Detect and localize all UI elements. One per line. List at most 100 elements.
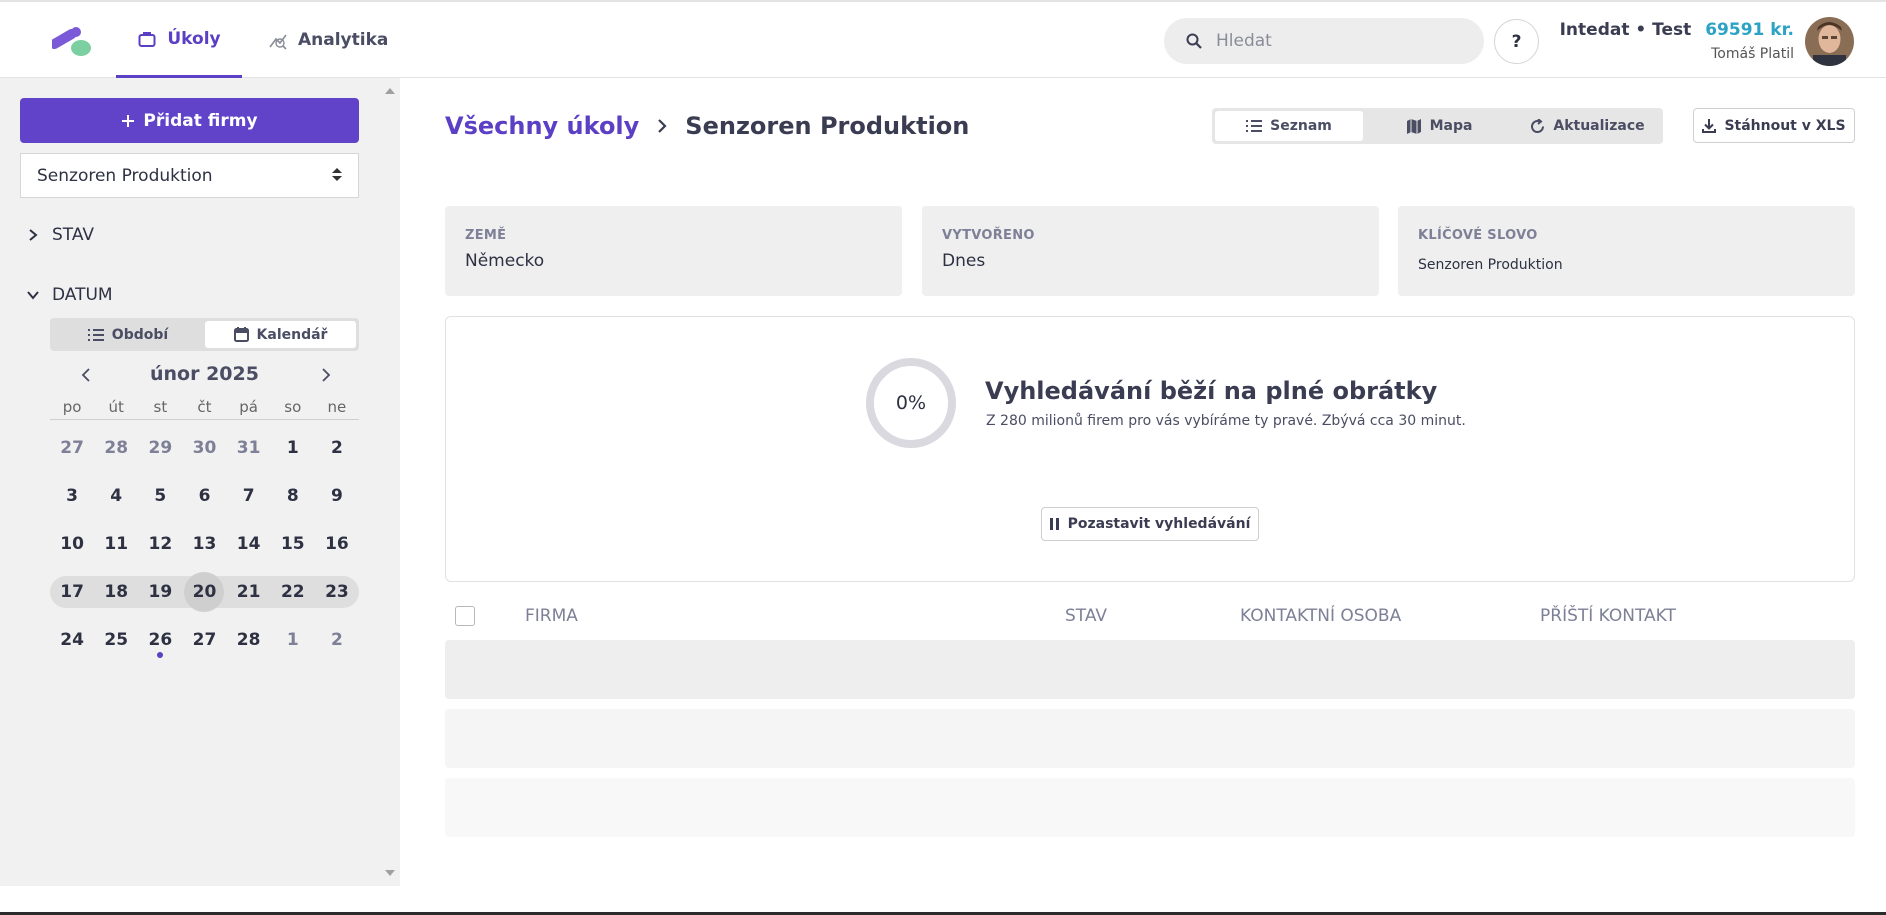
calendar-day[interactable]: 11 xyxy=(94,524,138,564)
calendar-day[interactable]: 30 xyxy=(182,428,226,468)
calendar-day[interactable]: 13 xyxy=(182,524,226,564)
status-section-toggle[interactable]: STAV xyxy=(26,225,94,245)
calendar-day[interactable]: 3 xyxy=(50,476,94,516)
weekday-label: ne xyxy=(327,398,347,416)
filter-created[interactable]: VYTVOŘENO Dnes xyxy=(922,206,1379,296)
date-mode-period[interactable]: Období xyxy=(53,321,203,348)
calendar-day[interactable]: 19 xyxy=(138,572,182,612)
date-section-toggle[interactable]: DATUM xyxy=(26,285,113,305)
calendar-grid: 27 28 29 30 31 1 2 3 4 5 6 7 8 9 10 11 1… xyxy=(50,424,359,664)
chevron-right-icon[interactable] xyxy=(316,366,334,384)
company-select-value: Senzoren Produktion xyxy=(37,165,213,186)
progress-percent: 0% xyxy=(895,392,927,414)
filter-keyword[interactable]: KLÍČOVÉ SLOVO Senzoren Produktion xyxy=(1398,206,1855,296)
calendar-day[interactable]: 14 xyxy=(227,524,271,564)
date-mode-period-label: Období xyxy=(111,326,169,343)
view-updates-label: Aktualizace xyxy=(1553,118,1645,134)
search-box[interactable] xyxy=(1164,18,1484,64)
help-button[interactable]: ? xyxy=(1494,19,1539,64)
plus-icon xyxy=(122,114,135,127)
view-map-button[interactable]: Mapa xyxy=(1365,111,1513,141)
calendar-day[interactable]: 2 xyxy=(315,428,359,468)
pause-search-button[interactable]: Pozastavit vyhledávání xyxy=(1041,507,1259,541)
calendar-day[interactable]: 29 xyxy=(138,428,182,468)
company-select[interactable]: Senzoren Produktion xyxy=(20,153,359,198)
calendar-day[interactable]: 31 xyxy=(227,428,271,468)
download-xls-button[interactable]: Stáhnout v XLS xyxy=(1693,108,1855,143)
calendar-day[interactable]: 21 xyxy=(227,572,271,612)
calendar-day[interactable]: 6 xyxy=(182,476,226,516)
app-logo[interactable] xyxy=(49,26,94,60)
download-icon xyxy=(1702,118,1717,133)
calendar-week: 3 4 5 6 7 8 9 xyxy=(50,472,359,520)
calendar-day[interactable]: 18 xyxy=(94,572,138,612)
table-row-placeholder xyxy=(445,778,1855,837)
calendar-day[interactable]: 24 xyxy=(50,620,94,660)
calendar-day[interactable]: 9 xyxy=(315,476,359,516)
scroll-down-arrow-icon[interactable] xyxy=(385,870,395,876)
calendar-day[interactable]: 25 xyxy=(94,620,138,660)
calendar-day[interactable]: 7 xyxy=(227,476,271,516)
date-mode-calendar-label: Kalendář xyxy=(256,326,328,343)
table-row-placeholder xyxy=(445,640,1855,699)
add-companies-button[interactable]: Přidat firmy xyxy=(20,98,359,143)
calendar-day[interactable]: 27 xyxy=(50,428,94,468)
calendar-day[interactable]: 15 xyxy=(271,524,315,564)
pause-search-label: Pozastavit vyhledávání xyxy=(1067,516,1251,532)
calendar-day-with-event[interactable]: 26 xyxy=(138,620,182,660)
calendar-day[interactable]: 5 xyxy=(138,476,182,516)
filter-country[interactable]: ZEMĚ Německo xyxy=(445,206,902,296)
calendar-day[interactable]: 1 xyxy=(271,620,315,660)
calendar-day[interactable]: 8 xyxy=(271,476,315,516)
user-name: Tomáš Platil xyxy=(1711,46,1794,62)
calendar-day[interactable]: 1 xyxy=(271,428,315,468)
date-mode-calendar[interactable]: Kalendář xyxy=(205,321,356,348)
date-mode-toggle: Období Kalendář xyxy=(50,318,359,351)
calendar-day[interactable]: 4 xyxy=(94,476,138,516)
date-section-label: DATUM xyxy=(52,285,113,305)
filter-label: VYTVOŘENO xyxy=(942,228,1035,243)
column-header-status[interactable]: STAV xyxy=(1065,606,1107,626)
calendar-month: únor 2025 xyxy=(150,363,259,385)
calendar-day[interactable]: 2 xyxy=(315,620,359,660)
account-info[interactable]: Intedat • Test 69591 kr. Tomáš Platil xyxy=(1560,20,1794,62)
scroll-up-arrow-icon[interactable] xyxy=(385,88,395,94)
calendar-day[interactable]: 10 xyxy=(50,524,94,564)
calendar-day[interactable]: 23 xyxy=(315,572,359,612)
weekday-label: pá xyxy=(239,398,258,416)
avatar[interactable] xyxy=(1805,17,1854,66)
pause-icon xyxy=(1049,518,1059,530)
calendar-day[interactable]: 27 xyxy=(182,620,226,660)
calendar-day[interactable]: 12 xyxy=(138,524,182,564)
search-input[interactable] xyxy=(1216,31,1456,51)
calendar-weekdays: po út st čt pá so ne xyxy=(50,398,359,420)
list-icon xyxy=(87,328,104,341)
calendar-week: 24 25 26 27 28 1 2 xyxy=(50,616,359,664)
column-header-next-contact[interactable]: PŘÍŠTÍ KONTAKT xyxy=(1540,606,1676,626)
calendar-day[interactable]: 28 xyxy=(94,428,138,468)
view-updates-button[interactable]: Aktualizace xyxy=(1515,111,1660,141)
calendar-header: únor 2025 xyxy=(50,360,359,390)
calendar-day-today[interactable]: 20 xyxy=(182,572,226,612)
column-header-company[interactable]: FIRMA xyxy=(525,606,578,626)
tab-tasks[interactable]: Úkoly xyxy=(116,2,242,78)
view-list-button[interactable]: Seznam xyxy=(1215,111,1363,141)
calendar-day[interactable]: 28 xyxy=(227,620,271,660)
sidebar-scrollbar[interactable] xyxy=(380,78,400,886)
calendar-day[interactable]: 22 xyxy=(271,572,315,612)
refresh-icon xyxy=(1531,118,1545,133)
weekday-label: út xyxy=(108,398,124,416)
breadcrumb-root-link[interactable]: Všechny úkoly xyxy=(445,112,639,140)
calendar-day[interactable]: 17 xyxy=(50,572,94,612)
top-bar: Úkoly Analytika ? Intedat • Test 69591 k… xyxy=(0,0,1886,78)
add-companies-label: Přidat firmy xyxy=(143,110,258,131)
filter-value: Senzoren Produktion xyxy=(1418,257,1563,273)
calendar-day[interactable]: 16 xyxy=(315,524,359,564)
column-header-contact-person[interactable]: KONTAKTNÍ OSOBA xyxy=(1240,606,1401,626)
select-all-checkbox[interactable] xyxy=(455,606,475,626)
tab-analytics[interactable]: Analytika xyxy=(268,2,388,78)
map-icon xyxy=(1406,118,1421,134)
table-header: FIRMA STAV KONTAKTNÍ OSOBA PŘÍŠTÍ KONTAK… xyxy=(445,600,1855,632)
view-list-label: Seznam xyxy=(1270,118,1332,134)
chevron-right-icon xyxy=(29,229,38,241)
